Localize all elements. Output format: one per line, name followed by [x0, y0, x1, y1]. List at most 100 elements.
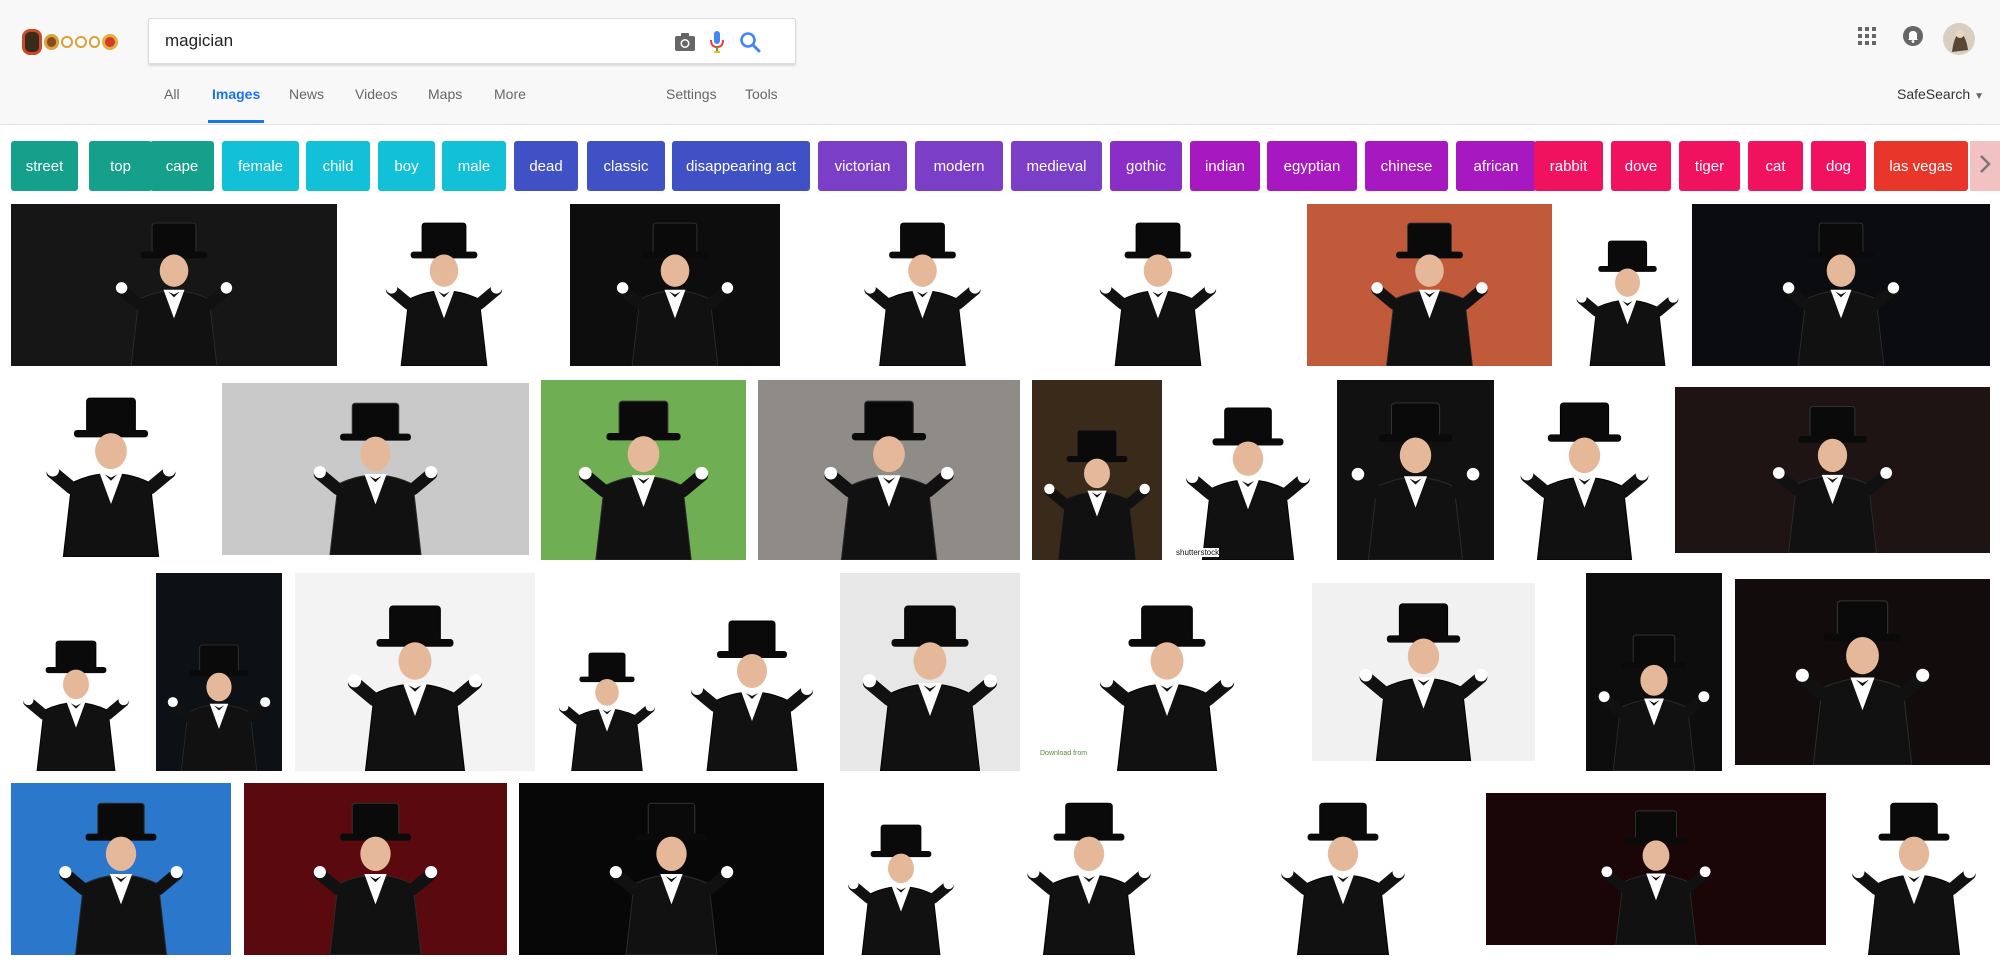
chip-egyptian[interactable]: egyptian — [1267, 141, 1357, 191]
chip-boy[interactable]: boy — [378, 141, 435, 191]
image-result-thumbnail[interactable] — [11, 783, 231, 955]
magician-figure — [1281, 802, 1405, 955]
settings-link[interactable]: Settings — [666, 86, 717, 102]
chip-tiger[interactable]: tiger — [1679, 141, 1740, 191]
image-result-thumbnail[interactable] — [978, 783, 1200, 955]
magician-figure — [46, 397, 176, 557]
image-result-thumbnail[interactable] — [548, 573, 666, 771]
image-result-thumbnail[interactable] — [1212, 783, 1474, 955]
magician-figure — [1359, 603, 1488, 761]
image-result-thumbnail[interactable] — [1032, 573, 1302, 771]
tab-news[interactable]: News — [289, 86, 324, 102]
chip-street[interactable]: street — [11, 141, 78, 191]
magician-figure — [1099, 222, 1217, 366]
account-avatar[interactable] — [1942, 22, 1976, 61]
chip-dove[interactable]: dove — [1611, 141, 1671, 191]
tab-more[interactable]: More — [494, 86, 526, 102]
magician-figure — [1186, 407, 1310, 560]
camera-icon[interactable] — [672, 29, 698, 55]
image-result-thumbnail[interactable] — [815, 204, 1030, 366]
image-result-thumbnail[interactable] — [352, 204, 536, 366]
chip-las-vegas[interactable]: las vegas — [1874, 141, 1968, 191]
image-result-thumbnail[interactable] — [1486, 793, 1826, 945]
image-result-thumbnail[interactable] — [1052, 204, 1264, 366]
image-result-thumbnail[interactable] — [1586, 573, 1722, 771]
magician-figure — [848, 824, 954, 955]
chip-medieval[interactable]: medieval — [1011, 141, 1102, 191]
notifications-icon[interactable] — [1902, 25, 1924, 52]
tab-all[interactable]: All — [164, 86, 180, 102]
image-result-thumbnail[interactable] — [677, 573, 827, 771]
magician-figure — [1852, 802, 1976, 955]
image-result-thumbnail[interactable] — [1312, 583, 1535, 761]
microphone-icon[interactable] — [704, 29, 730, 55]
image-result-thumbnail[interactable] — [244, 783, 507, 955]
image-result-thumbnail[interactable] — [1838, 783, 1990, 955]
magician-figure — [115, 222, 233, 366]
image-result-thumbnail[interactable] — [1565, 204, 1690, 366]
magician-figure — [1601, 810, 1711, 945]
image-result-thumbnail[interactable] — [295, 573, 535, 771]
magician-figure — [578, 400, 709, 560]
chip-classic[interactable]: classic — [587, 141, 665, 191]
image-result-thumbnail[interactable] — [1337, 380, 1494, 560]
chips-scroll-right-button[interactable] — [1970, 141, 2000, 191]
chip-disappearing-act[interactable]: disappearing act — [672, 141, 810, 191]
google-doodle-logo[interactable] — [22, 22, 118, 62]
image-result-thumbnail[interactable] — [519, 783, 824, 955]
image-watermark: shutterstock — [1176, 548, 1220, 557]
magician-figure — [862, 605, 998, 771]
active-tab-indicator — [208, 120, 264, 123]
image-result-thumbnail[interactable] — [840, 573, 1020, 771]
tab-images[interactable]: Images — [212, 86, 260, 102]
image-result-thumbnail[interactable] — [1172, 380, 1324, 560]
chip-chinese[interactable]: chinese — [1365, 141, 1448, 191]
image-result-thumbnail[interactable] — [1506, 380, 1663, 560]
magician-figure — [1795, 600, 1930, 765]
image-result-thumbnail[interactable] — [1675, 387, 1990, 553]
magician-figure — [59, 802, 183, 955]
chip-gothic[interactable]: gothic — [1110, 141, 1182, 191]
magician-figure — [609, 802, 734, 955]
magician-figure — [1772, 406, 1893, 553]
chip-victorian[interactable]: victorian — [818, 141, 907, 191]
image-result-thumbnail[interactable] — [11, 377, 211, 557]
image-result-thumbnail[interactable] — [570, 204, 780, 366]
chip-child[interactable]: child — [306, 141, 370, 191]
magician-figure — [1351, 402, 1480, 560]
chip-african[interactable]: african — [1456, 141, 1536, 191]
magician-figure — [1598, 634, 1710, 771]
image-result-thumbnail[interactable] — [1735, 579, 1990, 765]
search-input[interactable] — [165, 31, 645, 51]
chip-rabbit[interactable]: rabbit — [1534, 141, 1603, 191]
image-result-thumbnail[interactable] — [1032, 380, 1162, 560]
apps-grid-icon[interactable] — [1857, 26, 1877, 51]
magician-figure — [347, 605, 483, 771]
chip-top[interactable]: top — [89, 141, 152, 191]
tab-maps[interactable]: Maps — [428, 86, 462, 102]
image-result-thumbnail[interactable] — [11, 575, 141, 771]
image-result-thumbnail[interactable] — [1692, 204, 1990, 366]
image-result-thumbnail[interactable] — [222, 383, 529, 555]
chip-modern[interactable]: modern — [915, 141, 1003, 191]
image-result-thumbnail[interactable] — [836, 783, 966, 955]
magician-figure — [1027, 802, 1151, 955]
chip-male[interactable]: male — [442, 141, 506, 191]
chip-cat[interactable]: cat — [1748, 141, 1803, 191]
chip-cape[interactable]: cape — [150, 141, 214, 191]
safesearch-dropdown[interactable]: SafeSearch ▼ — [1897, 86, 1984, 102]
image-result-thumbnail[interactable] — [758, 380, 1020, 560]
tools-link[interactable]: Tools — [745, 86, 778, 102]
image-result-thumbnail[interactable] — [11, 204, 337, 366]
image-result-thumbnail[interactable] — [541, 380, 746, 560]
chip-female[interactable]: female — [222, 141, 299, 191]
image-result-thumbnail[interactable] — [1307, 204, 1552, 366]
related-searches-bar: street top cape female child boy male de… — [11, 141, 2000, 191]
tab-videos[interactable]: Videos — [355, 86, 398, 102]
chip-dog[interactable]: dog — [1811, 141, 1866, 191]
chip-indian[interactable]: indian — [1190, 141, 1260, 191]
magician-figure — [616, 222, 734, 366]
image-result-thumbnail[interactable] — [156, 573, 282, 771]
search-icon[interactable] — [737, 29, 763, 55]
chip-dead[interactable]: dead — [514, 141, 578, 191]
